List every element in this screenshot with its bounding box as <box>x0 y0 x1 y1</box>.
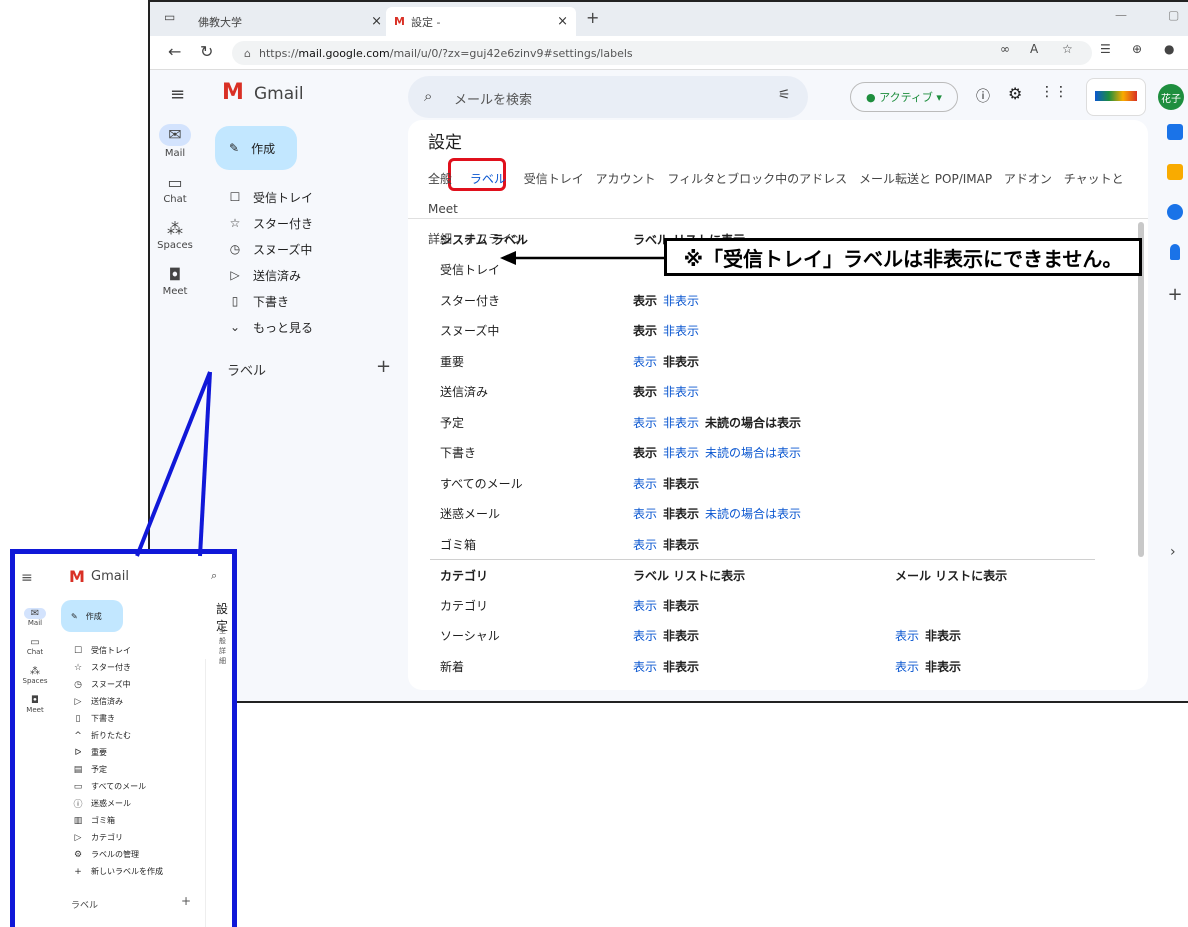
zoom-line-right <box>198 371 212 557</box>
annotation-overlay <box>135 251 664 557</box>
arrow-head <box>500 251 516 265</box>
zoom-line-left <box>135 371 212 557</box>
